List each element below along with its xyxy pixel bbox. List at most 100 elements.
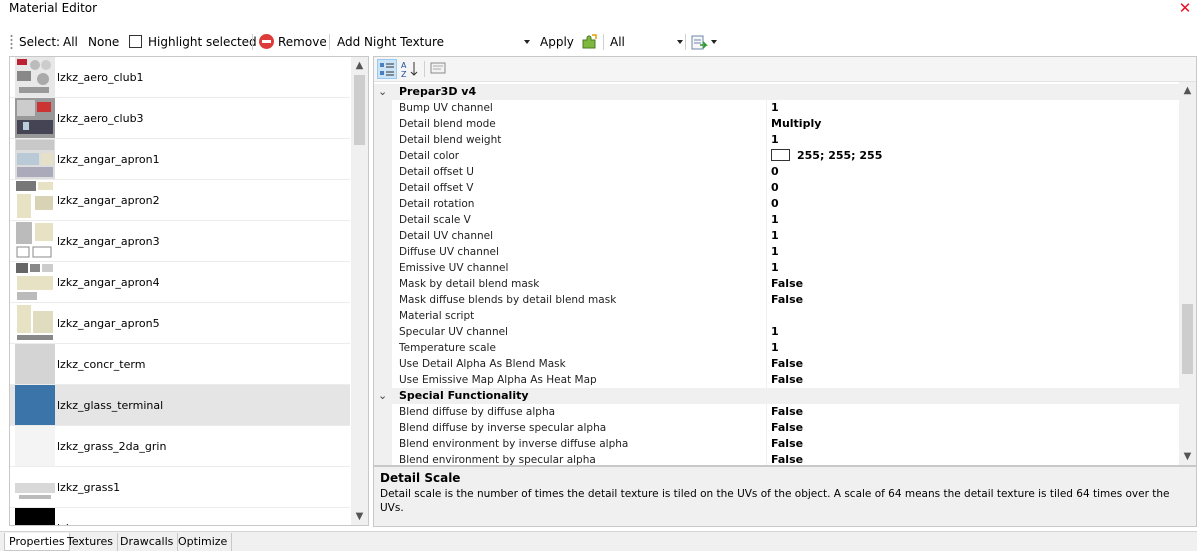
highlight-selected-label[interactable]: Highlight selected [148, 34, 257, 50]
property-row[interactable]: Mask diffuse blends by detail blend mask… [374, 292, 1180, 308]
row-gutter [374, 228, 392, 244]
property-row[interactable]: Detail color 255; 255; 255 [374, 148, 1180, 164]
property-category[interactable]: ⌄ Prepar3D v4 [374, 84, 1180, 100]
svg-text:A: A [401, 61, 407, 70]
property-value[interactable]: 0 [771, 164, 779, 180]
material-list-item[interactable]: lzkz_grass_2da_grin [10, 426, 350, 467]
toolbar-grip-icon[interactable] [10, 34, 13, 50]
collapse-chevron-icon[interactable]: ⌄ [378, 84, 387, 100]
property-row[interactable]: Diffuse UV channel 1 [374, 244, 1180, 260]
scroll-down-icon[interactable]: ▼ [351, 508, 368, 525]
property-row[interactable]: Detail offset V 0 [374, 180, 1180, 196]
material-list-item[interactable]: lzkz_angar_apron2 [10, 180, 350, 221]
property-value[interactable]: 255; 255; 255 [771, 148, 882, 164]
property-row[interactable]: Emissive UV channel 1 [374, 260, 1180, 276]
export-icon[interactable] [690, 33, 708, 51]
property-row[interactable]: Specular UV channel 1 [374, 324, 1180, 340]
toolbar: Select: All None Highlight selected Remo… [0, 31, 1197, 53]
tab-drawcalls[interactable]: Drawcalls [116, 533, 179, 551]
property-value[interactable]: False [771, 372, 803, 388]
property-value[interactable]: False [771, 292, 803, 308]
tab-optimize[interactable]: Optimize [174, 533, 233, 551]
scrollbar-thumb[interactable] [354, 75, 365, 145]
property-value[interactable]: 0 [771, 180, 779, 196]
property-row[interactable]: Detail scale V 1 [374, 212, 1180, 228]
scroll-up-icon[interactable]: ▲ [351, 57, 368, 74]
property-value[interactable]: False [771, 436, 803, 452]
select-none-button[interactable]: None [88, 34, 119, 50]
property-row[interactable]: Use Detail Alpha As Blend Mask False [374, 356, 1180, 372]
property-value[interactable]: 1 [771, 100, 779, 116]
material-list-item[interactable]: lzkz_... [10, 508, 350, 525]
collapse-chevron-icon[interactable]: ⌄ [378, 388, 387, 404]
scroll-down-icon[interactable]: ▼ [1179, 448, 1196, 465]
property-row[interactable]: Blend environment by inverse diffuse alp… [374, 436, 1180, 452]
chevron-down-icon[interactable] [677, 40, 683, 44]
property-row[interactable]: Temperature scale 1 [374, 340, 1180, 356]
scroll-up-icon[interactable]: ▲ [1179, 82, 1196, 99]
material-list-item[interactable]: lzkz_aero_club3 [10, 98, 350, 139]
property-value[interactable]: 0 [771, 196, 779, 212]
categorized-view-button[interactable] [377, 59, 397, 79]
material-list-item[interactable]: lzkz_angar_apron1 [10, 139, 350, 180]
property-row[interactable]: Blend diffuse by inverse specular alpha F… [374, 420, 1180, 436]
material-list-item[interactable]: lzkz_angar_apron3 [10, 221, 350, 262]
property-category[interactable]: ⌄ Special Functionality [374, 388, 1180, 404]
property-row[interactable]: Material script [374, 308, 1180, 324]
property-value[interactable]: 1 [771, 260, 779, 276]
property-row[interactable]: Detail offset U 0 [374, 164, 1180, 180]
row-gutter [374, 164, 392, 180]
select-all-button[interactable]: All [63, 34, 78, 50]
property-row[interactable]: Use Emissive Map Alpha As Heat Map False [374, 372, 1180, 388]
property-value[interactable]: 1 [771, 212, 779, 228]
property-value[interactable]: 1 [771, 228, 779, 244]
description-panel: Detail Scale Detail scale is the number … [373, 466, 1197, 527]
remove-icon[interactable] [259, 34, 274, 49]
property-row[interactable]: Detail UV channel 1 [374, 228, 1180, 244]
material-list[interactable]: lzkz_aero_club1 lzkz_aero_club3 lzkz_angar… [9, 56, 369, 526]
material-list-item[interactable]: lzkz_angar_apron5 [10, 303, 350, 344]
property-value[interactable]: 1 [771, 324, 779, 340]
material-list-scrollbar[interactable]: ▲ ▼ [351, 57, 368, 525]
property-value[interactable]: False [771, 276, 803, 292]
highlight-selected-checkbox[interactable] [129, 35, 142, 48]
alphabetical-sort-button[interactable]: A Z [400, 59, 420, 79]
tab-textures[interactable]: Textures [63, 533, 118, 551]
property-row[interactable]: Blend environment by specular alpha False [374, 452, 1180, 465]
filter-dropdown[interactable]: All [610, 34, 625, 50]
property-row[interactable]: Detail blend mode Multiply [374, 116, 1180, 132]
remove-button[interactable]: Remove [278, 34, 327, 50]
material-list-item[interactable]: lzkz_aero_club1 [10, 57, 350, 98]
property-row[interactable]: Detail rotation 0 [374, 196, 1180, 212]
property-row[interactable]: Blend diffuse by diffuse alpha False [374, 404, 1180, 420]
property-row[interactable]: Detail blend weight 1 [374, 132, 1180, 148]
chevron-down-icon[interactable] [711, 40, 717, 44]
material-list-item[interactable]: lzkz_grass1 [10, 467, 350, 508]
property-value[interactable]: 1 [771, 244, 779, 260]
property-value[interactable]: False [771, 452, 803, 465]
material-name: lzkz_grass_2da_grin [57, 440, 167, 453]
close-icon[interactable]: ✕ [1176, 0, 1194, 19]
property-row[interactable]: Bump UV channel 1 [374, 100, 1180, 116]
property-value[interactable]: 1 [771, 132, 779, 148]
property-pages-button[interactable] [429, 59, 449, 79]
property-grid-scrollbar[interactable]: ▲ ▼ [1179, 82, 1196, 465]
property-grid[interactable]: A Z ⌄ Prepar3D v4 Bump UV channel 1 Detail b… [373, 56, 1197, 466]
property-value[interactable]: False [771, 404, 803, 420]
chevron-down-icon[interactable] [524, 40, 530, 44]
property-row[interactable]: Mask by detail blend mask False [374, 276, 1180, 292]
property-value[interactable]: False [771, 356, 803, 372]
property-value[interactable]: 1 [771, 340, 779, 356]
property-grid-toolbar: A Z [374, 57, 1196, 82]
material-list-item[interactable]: lzkz_angar_apron4 [10, 262, 350, 303]
property-value[interactable]: False [771, 420, 803, 436]
scrollbar-thumb[interactable] [1182, 304, 1193, 374]
tab-properties[interactable]: Properties [4, 533, 70, 551]
material-list-item[interactable]: lzkz_concr_term [10, 344, 350, 385]
color-swatch[interactable] [771, 149, 790, 161]
property-value[interactable]: Multiply [771, 116, 821, 132]
apply-puzzle-icon[interactable] [580, 33, 598, 51]
material-list-item[interactable]: lzkz_glass_terminal [10, 385, 350, 426]
add-night-texture-dropdown[interactable]: Add Night Texture [337, 34, 444, 50]
apply-button[interactable]: Apply [540, 34, 574, 50]
